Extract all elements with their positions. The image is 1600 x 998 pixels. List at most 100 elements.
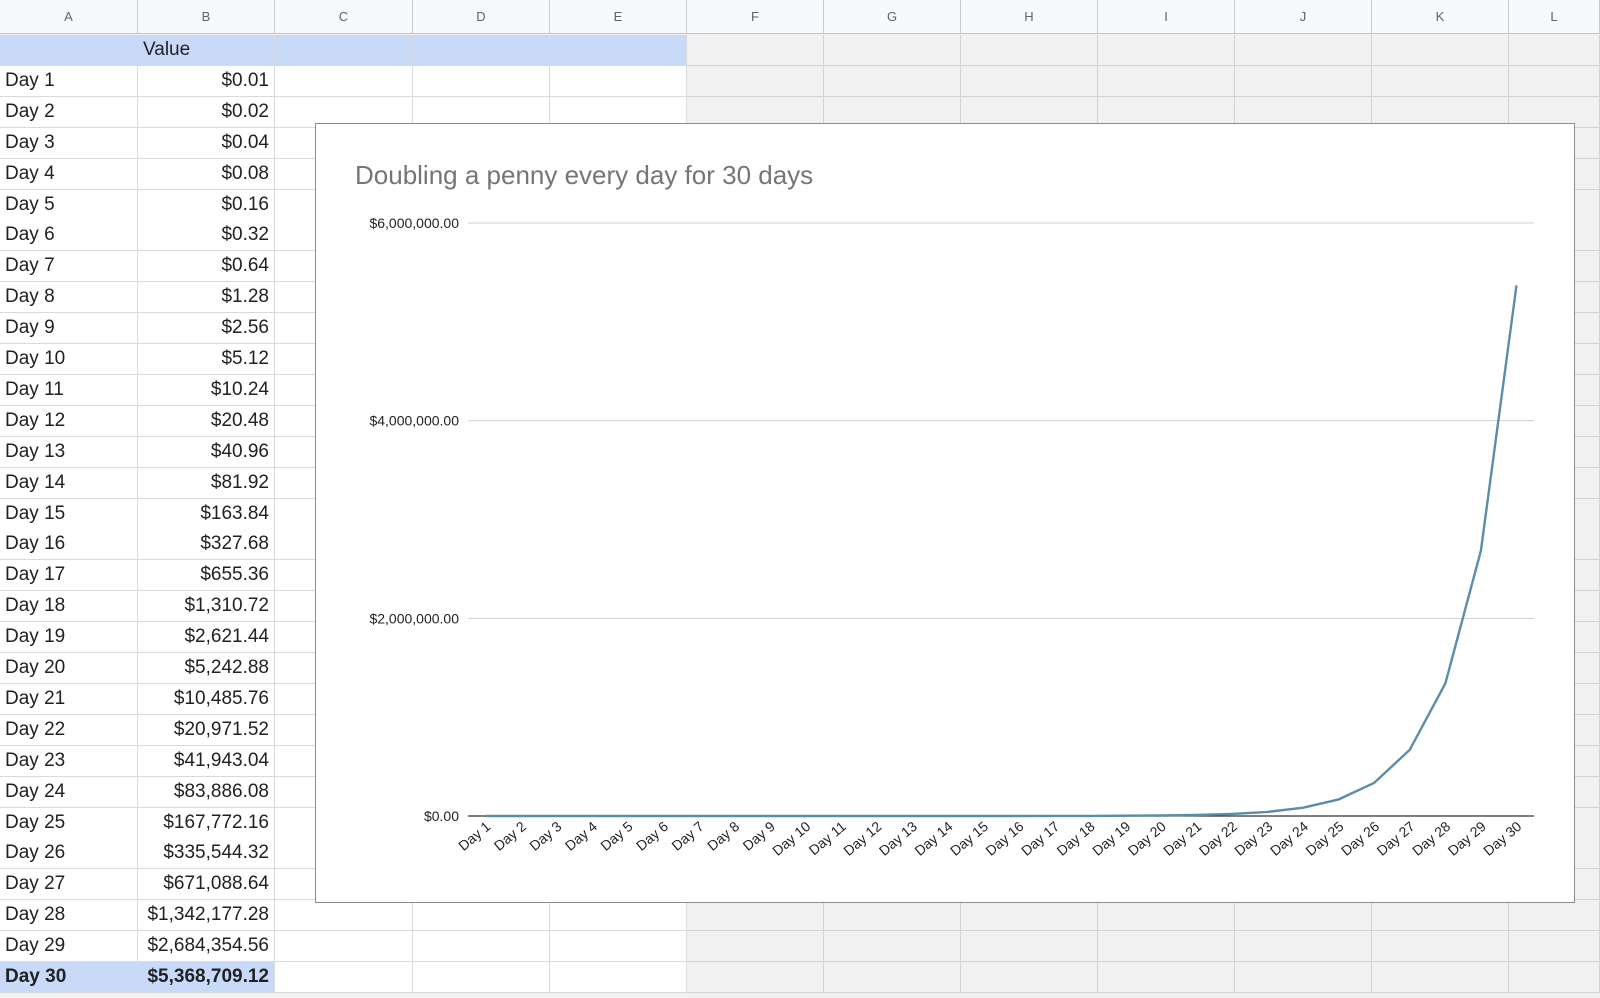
cell-i31[interactable]: [1098, 962, 1235, 993]
value-cell[interactable]: $2.56: [138, 313, 275, 345]
day-label-cell[interactable]: Day 16: [0, 529, 138, 561]
cell-k29[interactable]: [1372, 900, 1509, 932]
value-cell[interactable]: $0.64: [138, 251, 275, 283]
day-label-cell[interactable]: Day 7: [0, 251, 138, 283]
cell-d31[interactable]: [413, 962, 550, 993]
value-cell[interactable]: $5.12: [138, 344, 275, 375]
day-label-cell[interactable]: Day 6: [0, 220, 138, 252]
day-label-cell[interactable]: Day 24: [0, 776, 138, 808]
day-label-cell[interactable]: Day 17: [0, 560, 138, 592]
column-header-e[interactable]: E: [550, 0, 687, 34]
cell-f29[interactable]: [687, 900, 824, 932]
cell-h30[interactable]: [961, 931, 1098, 963]
day-label-cell[interactable]: Day 8: [0, 282, 138, 314]
value-cell[interactable]: $81.92: [138, 467, 275, 499]
cell-c2[interactable]: [275, 65, 413, 97]
day-label-cell[interactable]: Day 21: [0, 683, 138, 715]
cell-l2[interactable]: [1509, 65, 1600, 97]
cell-e1[interactable]: [550, 35, 687, 66]
column-header-g[interactable]: G: [824, 0, 961, 34]
column-header-b[interactable]: B: [138, 0, 275, 34]
day-label-cell[interactable]: Day 19: [0, 622, 138, 654]
value-cell[interactable]: $83,886.08: [138, 776, 275, 808]
cell-g1[interactable]: [824, 35, 961, 66]
day-label-cell[interactable]: Day 14: [0, 467, 138, 499]
value-cell[interactable]: $0.04: [138, 127, 275, 159]
day-label-cell[interactable]: Day 25: [0, 807, 138, 839]
value-cell[interactable]: $0.16: [138, 189, 275, 221]
cell-c31[interactable]: [275, 962, 413, 993]
cell-j2[interactable]: [1235, 65, 1372, 97]
column-header-c[interactable]: C: [275, 0, 413, 34]
value-cell[interactable]: $5,368,709.12: [138, 962, 275, 993]
cell-j1[interactable]: [1235, 35, 1372, 66]
header-cell-value[interactable]: Value: [138, 35, 275, 66]
value-cell[interactable]: $0.32: [138, 220, 275, 252]
day-label-cell[interactable]: Day 9: [0, 313, 138, 345]
cell-d30[interactable]: [413, 931, 550, 963]
cell-i30[interactable]: [1098, 931, 1235, 963]
value-cell[interactable]: $2,684,354.56: [138, 931, 275, 963]
day-label-cell[interactable]: Day 26: [0, 838, 138, 870]
cell-j30[interactable]: [1235, 931, 1372, 963]
cell-k30[interactable]: [1372, 931, 1509, 963]
day-label-cell[interactable]: Day 27: [0, 869, 138, 901]
header-cell-a[interactable]: [0, 35, 138, 66]
day-label-cell[interactable]: Day 13: [0, 436, 138, 468]
cell-l30[interactable]: [1509, 931, 1600, 963]
day-label-cell[interactable]: Day 22: [0, 714, 138, 746]
cell-c29[interactable]: [275, 900, 413, 932]
cell-e2[interactable]: [550, 65, 687, 97]
column-header-h[interactable]: H: [961, 0, 1098, 34]
column-header-l[interactable]: L: [1509, 0, 1600, 34]
cell-g31[interactable]: [824, 962, 961, 993]
value-cell[interactable]: $40.96: [138, 436, 275, 468]
day-label-cell[interactable]: Day 2: [0, 96, 138, 128]
value-cell[interactable]: $5,242.88: [138, 653, 275, 684]
cell-e30[interactable]: [550, 931, 687, 963]
cell-k31[interactable]: [1372, 962, 1509, 993]
day-label-cell[interactable]: Day 29: [0, 931, 138, 963]
cell-i2[interactable]: [1098, 65, 1235, 97]
value-cell[interactable]: $0.08: [138, 158, 275, 190]
day-label-cell[interactable]: Day 20: [0, 653, 138, 684]
cell-g30[interactable]: [824, 931, 961, 963]
cell-h2[interactable]: [961, 65, 1098, 97]
cell-j31[interactable]: [1235, 962, 1372, 993]
cell-d2[interactable]: [413, 65, 550, 97]
day-label-cell[interactable]: Day 28: [0, 900, 138, 932]
value-cell[interactable]: $327.68: [138, 529, 275, 561]
line-chart[interactable]: Doubling a penny every day for 30 days $…: [315, 123, 1575, 903]
value-cell[interactable]: $2,621.44: [138, 622, 275, 654]
value-cell[interactable]: $335,544.32: [138, 838, 275, 870]
cell-i29[interactable]: [1098, 900, 1235, 932]
value-cell[interactable]: $41,943.04: [138, 745, 275, 777]
cell-d29[interactable]: [413, 900, 550, 932]
value-cell[interactable]: $1.28: [138, 282, 275, 314]
value-cell[interactable]: $0.02: [138, 96, 275, 128]
day-label-cell[interactable]: Day 11: [0, 374, 138, 406]
cell-i1[interactable]: [1098, 35, 1235, 66]
value-cell[interactable]: $655.36: [138, 560, 275, 592]
day-label-cell[interactable]: Day 10: [0, 344, 138, 375]
cell-f30[interactable]: [687, 931, 824, 963]
cell-h31[interactable]: [961, 962, 1098, 993]
cell-l31[interactable]: [1509, 962, 1600, 993]
cell-f1[interactable]: [687, 35, 824, 66]
cell-c30[interactable]: [275, 931, 413, 963]
column-header-j[interactable]: J: [1235, 0, 1372, 34]
day-label-cell[interactable]: Day 5: [0, 189, 138, 221]
cell-j29[interactable]: [1235, 900, 1372, 932]
value-cell[interactable]: $671,088.64: [138, 869, 275, 901]
value-cell[interactable]: $1,342,177.28: [138, 900, 275, 932]
cell-f2[interactable]: [687, 65, 824, 97]
day-label-cell[interactable]: Day 23: [0, 745, 138, 777]
day-label-cell[interactable]: Day 12: [0, 405, 138, 437]
day-label-cell[interactable]: Day 30: [0, 962, 138, 993]
value-cell[interactable]: $20.48: [138, 405, 275, 437]
column-header-a[interactable]: A: [0, 0, 138, 34]
value-cell[interactable]: $20,971.52: [138, 714, 275, 746]
value-cell[interactable]: $0.01: [138, 65, 275, 97]
cell-c1[interactable]: [275, 35, 413, 66]
value-cell[interactable]: $10,485.76: [138, 683, 275, 715]
